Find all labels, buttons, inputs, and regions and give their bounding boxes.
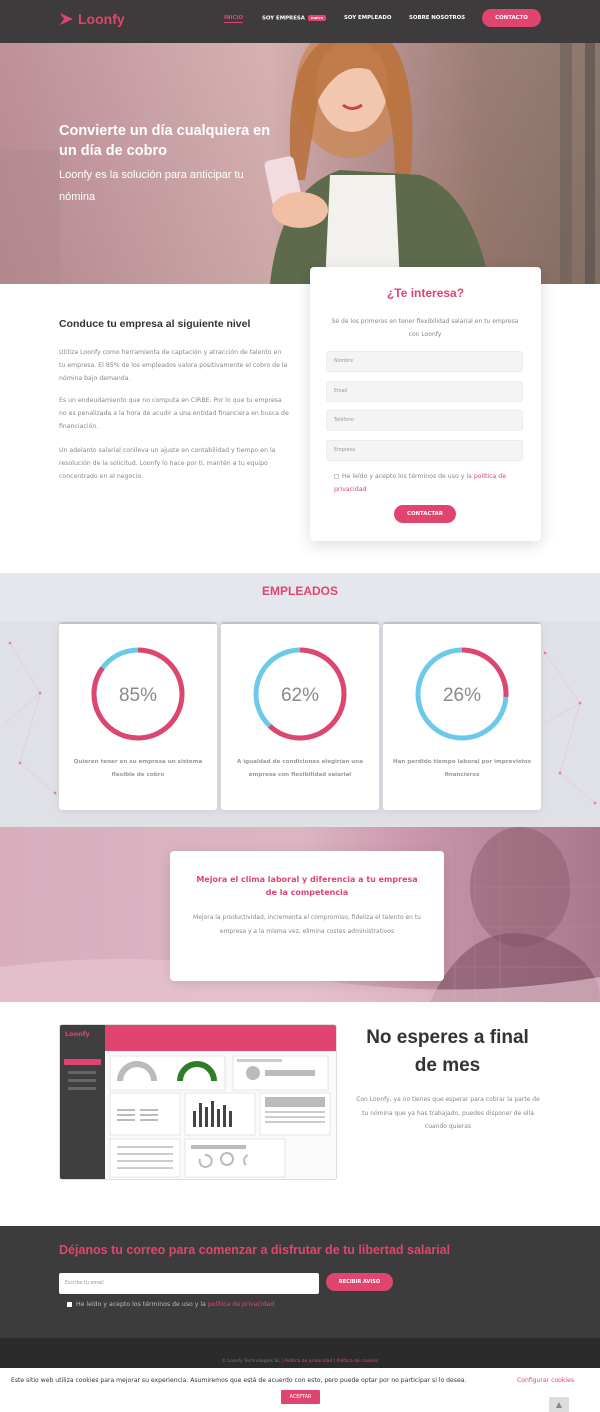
dashboard-mockup: Loonfy — [59, 1024, 337, 1180]
ring-value-label: 85% — [119, 685, 157, 706]
newsletter-consent: He leído y acepto los términos de uso y … — [67, 1301, 274, 1308]
stat-ring-chart: 85% — [91, 647, 185, 741]
phone-field[interactable]: Teléfono — [326, 410, 523, 431]
new-badge: nuevo — [307, 15, 326, 21]
climate-text: Mejora la productividad, incrementa el c… — [193, 914, 421, 935]
dashboard-menu-active — [64, 1059, 101, 1065]
cookie-settings-link[interactable]: Configurar cookies — [517, 1377, 574, 1384]
cookie-text: Este sitio web utiliza cookies para mejo… — [11, 1377, 467, 1384]
accept-cookies-button[interactable]: ACEPTAR — [281, 1390, 320, 1404]
intro-paragraph: Utiliza Loonfy como herramienta de capta… — [59, 349, 288, 382]
intro-title: Conduce tu empresa al siguiente nivel — [59, 318, 251, 330]
copyright-text: © Loonfy Technologies SL — [221, 1359, 280, 1364]
stat-label: Han perdido tiempo laboral por imprevist… — [392, 759, 532, 778]
footer-cookies-link[interactable]: Política de cookies — [337, 1359, 379, 1364]
site-header: Loonfy INICIO SOY EMPRESA nuevo SOY EMPLE… — [0, 0, 600, 43]
form-title: ¿Te interesa? — [386, 286, 465, 300]
nav-item-soy-empleado[interactable]: SOY EMPLEADO — [344, 15, 391, 21]
receive-notice-button[interactable]: RECIBIR AVISO — [326, 1273, 393, 1291]
month-end-text: Con Loonfy, ya no tienes que esperar par… — [356, 1096, 540, 1130]
stat-card: 62% A igualdad de condiciones elegirían … — [221, 622, 379, 810]
stat-card: 26% Han perdido tiempo laboral por impre… — [383, 622, 541, 810]
logo-arrow-icon — [60, 13, 73, 25]
chevron-up-icon: ▲ — [555, 1400, 563, 1409]
footer-privacy-link[interactable]: Política de privacidad — [284, 1359, 332, 1364]
stat-label: Quieren tener en su empresa un sistema f… — [73, 759, 203, 778]
nav-item-sobre-nosotros[interactable]: SOBRE NOSOTROS — [409, 15, 465, 21]
newsletter-email-input[interactable]: Escribe tu email — [59, 1273, 319, 1294]
dashboard-widgets-illustration — [109, 1055, 331, 1178]
stat-card: 85% Quieren tener en su empresa un siste… — [59, 622, 217, 810]
newsletter-privacy-link[interactable]: política de privacidad — [208, 1301, 275, 1308]
month-end-title: No esperes a final de mes — [366, 1027, 529, 1076]
form-subtitle: Sé de los primeros en tener flexibilidad… — [331, 318, 519, 338]
dashboard-topbar — [105, 1025, 336, 1051]
climate-title: Mejora el clima laboral y diferencia a t… — [196, 875, 418, 897]
nav-item-inicio[interactable]: INICIO — [224, 15, 244, 23]
stat-ring-chart: 26% — [415, 647, 509, 741]
nav-item-soy-empresa[interactable]: SOY EMPRESA nuevo — [262, 15, 326, 22]
nav-item-label: SOY EMPRESA — [262, 15, 305, 22]
dashboard-logo: Loonfy — [65, 1030, 90, 1038]
employees-title: EMPLEADOS — [261, 584, 338, 598]
stat-ring-chart: 62% — [253, 647, 347, 741]
dashboard-menu-item — [68, 1087, 96, 1090]
hero-subtitle: Loonfy es la solución para anticipar tu … — [59, 169, 244, 203]
consent-checkbox[interactable] — [334, 473, 339, 479]
contact-button[interactable]: CONTACTO — [482, 9, 541, 27]
dashboard-sidebar: Loonfy — [60, 1025, 105, 1179]
dashboard-menu-item — [68, 1071, 96, 1074]
dashboard-menu-item — [68, 1079, 96, 1082]
newsletter-consent-checkbox[interactable] — [67, 1301, 72, 1307]
intro-paragraph: Un adelanto salarial conlleva un ajuste … — [59, 447, 276, 480]
footer-text: © Loonfy Technologies SL | Política de p… — [221, 1359, 379, 1364]
contactar-button[interactable]: CONTACTAR — [394, 505, 456, 523]
company-field[interactable]: Empresa — [326, 440, 523, 461]
newsletter-title: Déjanos tu correo para comenzar a disfru… — [59, 1243, 451, 1257]
hero-title: Convierte un día cualquiera en un día de… — [59, 123, 271, 159]
intro-paragraph: Es un endeudamiento que no computa en CI… — [59, 397, 289, 430]
scroll-top-button[interactable]: ▲ — [549, 1397, 569, 1412]
ring-value-label: 62% — [281, 685, 319, 706]
name-field[interactable]: Nombre — [326, 351, 523, 372]
form-consent: He leído y acepto los términos de uso y … — [334, 470, 529, 496]
loonfy-logo[interactable]: Loonfy — [59, 11, 125, 27]
email-field[interactable]: Email — [326, 381, 523, 402]
logo-text: Loonfy — [78, 11, 125, 27]
interest-form-card — [310, 267, 541, 541]
ring-value-label: 26% — [443, 685, 481, 706]
newsletter-consent-text: He leído y acepto los términos de uso y … — [76, 1301, 206, 1308]
stat-label: A igualdad de condiciones elegirían una … — [236, 759, 364, 778]
consent-text: He leído y acepto los términos de uso y … — [342, 473, 472, 480]
